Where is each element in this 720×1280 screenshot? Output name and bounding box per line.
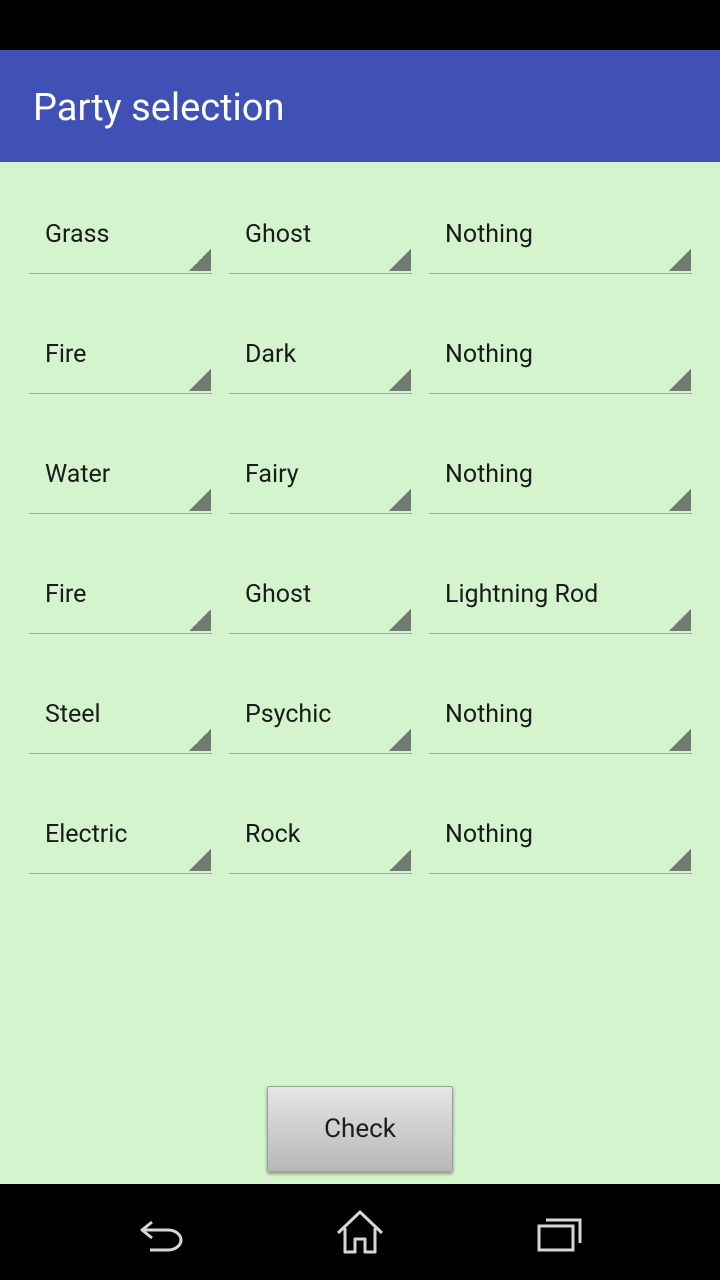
- party-row-2: Fire Dark Nothing: [0, 324, 720, 394]
- type2-spinner[interactable]: Rock: [229, 804, 412, 874]
- ability-spinner[interactable]: Nothing: [429, 684, 692, 754]
- back-button[interactable]: [130, 1206, 190, 1258]
- dropdown-triangle-icon: [669, 849, 691, 871]
- home-icon: [336, 1210, 384, 1254]
- type2-spinner[interactable]: Psychic: [229, 684, 412, 754]
- dropdown-triangle-icon: [189, 249, 211, 271]
- type1-spinner[interactable]: Water: [29, 444, 212, 514]
- dropdown-triangle-icon: [189, 729, 211, 751]
- type1-spinner[interactable]: Fire: [29, 324, 212, 394]
- home-button[interactable]: [330, 1206, 390, 1258]
- spinner-value: Rock: [245, 820, 301, 849]
- app-bar: Party selection: [0, 50, 720, 162]
- dropdown-triangle-icon: [189, 369, 211, 391]
- dropdown-triangle-icon: [389, 489, 411, 511]
- dropdown-triangle-icon: [669, 729, 691, 751]
- dropdown-triangle-icon: [669, 609, 691, 631]
- type1-spinner[interactable]: Electric: [29, 804, 212, 874]
- dropdown-triangle-icon: [669, 489, 691, 511]
- dropdown-triangle-icon: [389, 609, 411, 631]
- recent-apps-icon: [537, 1218, 582, 1252]
- type1-spinner[interactable]: Fire: [29, 564, 212, 634]
- dropdown-triangle-icon: [389, 369, 411, 391]
- type2-spinner[interactable]: Fairy: [229, 444, 412, 514]
- spinner-value: Ghost: [245, 220, 312, 249]
- ability-spinner[interactable]: Nothing: [429, 204, 692, 274]
- dropdown-triangle-icon: [389, 729, 411, 751]
- dropdown-triangle-icon: [669, 369, 691, 391]
- party-row-3: Water Fairy Nothing: [0, 444, 720, 514]
- spinner-value: Psychic: [245, 700, 332, 729]
- back-arrow-icon: [140, 1220, 183, 1252]
- party-selection-content: Grass Ghost Nothing Fire Dark Nothing Wa…: [0, 162, 720, 1184]
- spinner-value: Grass: [45, 220, 110, 249]
- dropdown-triangle-icon: [189, 609, 211, 631]
- ability-spinner[interactable]: Nothing: [429, 804, 692, 874]
- spinner-value: Fairy: [245, 460, 299, 489]
- spinner-value: Electric: [45, 820, 128, 849]
- spinner-value: Nothing: [445, 820, 533, 849]
- spinner-value: Nothing: [445, 700, 533, 729]
- spinner-value: Water: [45, 460, 111, 489]
- party-row-6: Electric Rock Nothing: [0, 804, 720, 874]
- ability-spinner[interactable]: Nothing: [429, 444, 692, 514]
- spinner-value: Dark: [245, 340, 297, 369]
- spinner-value: Steel: [45, 700, 101, 729]
- type1-spinner[interactable]: Grass: [29, 204, 212, 274]
- dropdown-triangle-icon: [189, 489, 211, 511]
- spinner-value: Fire: [45, 580, 87, 609]
- status-bar: [0, 0, 720, 50]
- party-row-5: Steel Psychic Nothing: [0, 684, 720, 754]
- spinner-value: Nothing: [445, 340, 533, 369]
- dropdown-triangle-icon: [669, 249, 691, 271]
- ability-spinner[interactable]: Nothing: [429, 324, 692, 394]
- type2-spinner[interactable]: Dark: [229, 324, 412, 394]
- spinner-value: Nothing: [445, 460, 533, 489]
- spinner-value: Ghost: [245, 580, 312, 609]
- spinner-value: Fire: [45, 340, 87, 369]
- dropdown-triangle-icon: [389, 849, 411, 871]
- party-row-4: Fire Ghost Lightning Rod: [0, 564, 720, 634]
- dropdown-triangle-icon: [389, 249, 411, 271]
- check-button[interactable]: Check: [267, 1086, 453, 1172]
- navigation-bar: [0, 1184, 720, 1280]
- ability-spinner[interactable]: Lightning Rod: [429, 564, 692, 634]
- spinner-value: Nothing: [445, 220, 533, 249]
- type2-spinner[interactable]: Ghost: [229, 564, 412, 634]
- dropdown-triangle-icon: [189, 849, 211, 871]
- page-title: Party selection: [33, 86, 285, 130]
- recent-apps-button[interactable]: [530, 1206, 590, 1258]
- party-row-1: Grass Ghost Nothing: [0, 204, 720, 274]
- spinner-value: Lightning Rod: [445, 580, 599, 609]
- type1-spinner[interactable]: Steel: [29, 684, 212, 754]
- type2-spinner[interactable]: Ghost: [229, 204, 412, 274]
